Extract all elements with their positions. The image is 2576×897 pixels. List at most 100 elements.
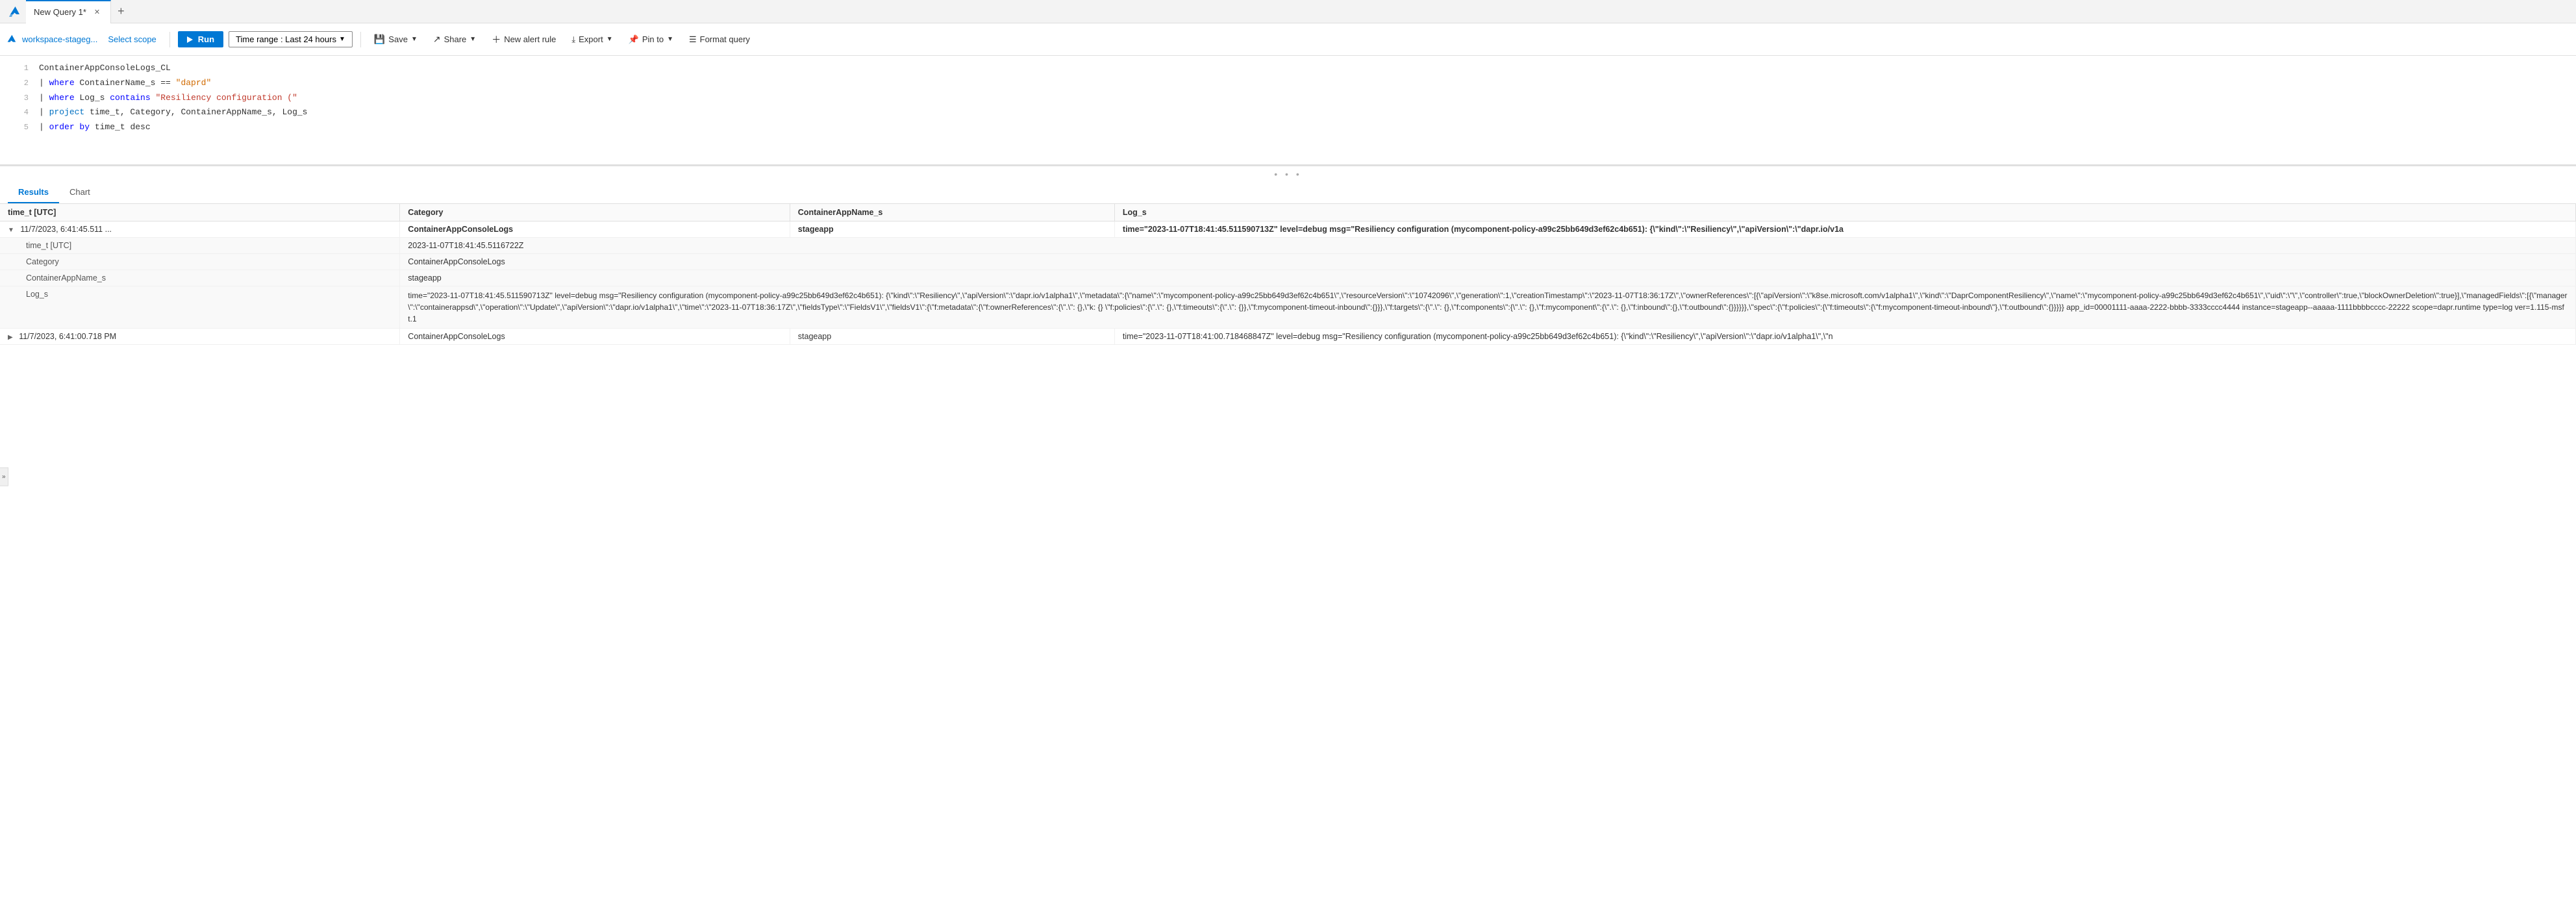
- editor-line-3: 3 | where Log_s contains "Resiliency con…: [13, 91, 2576, 106]
- line-content-4: | project time_t, Category, ContainerApp…: [39, 106, 307, 120]
- line-number-4: 4: [13, 107, 39, 119]
- sidebar-toggle-button[interactable]: »: [0, 467, 8, 486]
- table-row[interactable]: ▼ 11/7/2023, 6:41:45.511 ... ContainerAp…: [0, 221, 2576, 238]
- new-tab-button[interactable]: +: [111, 2, 131, 21]
- line-number-3: 3: [13, 92, 39, 105]
- toolbar-separator-1: [169, 32, 170, 47]
- result-table-wrapper[interactable]: time_t [UTC] Category ContainerAppName_s…: [0, 204, 2576, 897]
- tab-chart[interactable]: Chart: [59, 182, 101, 203]
- expand-detail-row: Category ContainerAppConsoleLogs: [0, 254, 2576, 270]
- results-area: Results Chart time_t [UTC] Category Cont…: [0, 182, 2576, 897]
- text-5a: time_t desc: [90, 122, 151, 132]
- expand-detail-row: time_t [UTC] 2023-11-07T18:41:45.5116722…: [0, 238, 2576, 254]
- save-button[interactable]: 💾 Save ▼: [369, 31, 423, 47]
- run-button[interactable]: Run: [178, 31, 223, 47]
- line-content-5: | order by time_t desc: [39, 121, 151, 134]
- field-value-category: ContainerAppConsoleLogs: [400, 254, 2576, 270]
- pin-icon: 📌: [629, 34, 639, 45]
- pin-to-label: Pin to: [642, 34, 664, 44]
- azure-small-icon: [5, 34, 17, 45]
- editor-area[interactable]: 1 ContainerAppConsoleLogs_CL 2 | where C…: [0, 56, 2576, 166]
- table-row[interactable]: ▶ 11/7/2023, 6:41:00.718 PM ContainerApp…: [0, 329, 2576, 345]
- time-range-label: Time range : Last 24 hours: [236, 34, 336, 44]
- editor-line-2: 2 | where ContainerName_s == "daprd": [13, 76, 2576, 91]
- time-t-value-1: 11/7/2023, 6:41:45.511 ...: [20, 225, 112, 234]
- format-query-icon: ☰: [689, 34, 697, 45]
- string-2: "daprd": [176, 78, 212, 88]
- pipe-2: |: [39, 78, 49, 88]
- tab-label: New Query 1*: [34, 7, 86, 17]
- new-alert-rule-icon: ＋: [492, 33, 501, 46]
- tab-bar: New Query 1* ✕ +: [0, 0, 2576, 23]
- cell-time-t-1: ▼ 11/7/2023, 6:41:45.511 ...: [0, 221, 400, 238]
- format-query-button[interactable]: ☰ Format query: [684, 32, 755, 47]
- expand-detail-row: ContainerAppName_s stageapp: [0, 270, 2576, 286]
- field-value-log-s: time="2023-11-07T18:41:45.511590713Z" le…: [400, 286, 2576, 329]
- tab-results[interactable]: Results: [8, 182, 59, 203]
- expand-toggle-1[interactable]: ▼: [8, 227, 14, 234]
- pin-to-button[interactable]: 📌 Pin to ▼: [623, 32, 679, 47]
- save-label: Save: [388, 34, 408, 44]
- line-content-2: | where ContainerName_s == "daprd": [39, 77, 211, 90]
- field-value-container-app: stageapp: [400, 270, 2576, 286]
- cell-log-s-2: time="2023-11-07T18:41:00.718468847Z" le…: [1114, 329, 2575, 345]
- field-label-log-s: Log_s: [0, 286, 400, 329]
- time-range-chevron-icon: ▼: [339, 36, 345, 43]
- new-alert-rule-button[interactable]: ＋ New alert rule: [486, 31, 561, 49]
- time-range-button[interactable]: Time range : Last 24 hours ▼: [229, 31, 353, 47]
- pipe-4: |: [39, 107, 49, 117]
- pipe-3: |: [39, 93, 49, 103]
- export-button[interactable]: ⤓ Export ▼: [566, 32, 618, 47]
- new-alert-rule-label: New alert rule: [504, 34, 556, 44]
- export-label: Export: [579, 34, 603, 44]
- select-scope-button[interactable]: Select scope: [103, 32, 161, 47]
- share-button[interactable]: ↗ Share ▼: [428, 31, 481, 47]
- share-icon: ↗: [433, 34, 441, 45]
- expand-toggle-2[interactable]: ▶: [8, 334, 13, 341]
- text-3a: Log_s: [75, 93, 110, 103]
- field-value-time-t: 2023-11-07T18:41:45.5116722Z: [400, 238, 2576, 254]
- text-2a: ContainerName_s ==: [75, 78, 176, 88]
- share-chevron-icon: ▼: [469, 36, 476, 43]
- export-icon: ⤓: [571, 34, 575, 45]
- field-label-container-app: ContainerAppName_s: [0, 270, 400, 286]
- expand-detail-row-log: Log_s time="2023-11-07T18:41:45.51159071…: [0, 286, 2576, 329]
- kw-project-4: project: [49, 107, 85, 117]
- result-table: time_t [UTC] Category ContainerAppName_s…: [0, 204, 2576, 345]
- line-content-3: | where Log_s contains "Resiliency confi…: [39, 92, 297, 105]
- line-number-1: 1: [13, 62, 39, 75]
- export-chevron-icon: ▼: [606, 36, 613, 43]
- kw-order-5: order by: [49, 122, 90, 132]
- run-icon: [187, 36, 193, 43]
- editor-line-5: 5 | order by time_t desc: [13, 120, 2576, 135]
- save-icon: 💾: [374, 34, 385, 45]
- tab-close-button[interactable]: ✕: [92, 6, 103, 18]
- run-label: Run: [198, 34, 214, 44]
- time-t-value-2: 11/7/2023, 6:41:00.718 PM: [19, 332, 116, 341]
- string-3: "Resiliency configuration (": [155, 93, 297, 103]
- kw-where-3: where: [49, 93, 75, 103]
- col-container-app: ContainerAppName_s: [790, 204, 1114, 221]
- query-tab[interactable]: New Query 1* ✕: [26, 0, 111, 23]
- azure-icon: [8, 5, 21, 18]
- editor-line-4: 4 | project time_t, Category, ContainerA…: [13, 105, 2576, 120]
- result-tabs: Results Chart: [0, 182, 2576, 204]
- text-4a: time_t, Category, ContainerAppName_s, Lo…: [84, 107, 307, 117]
- toolbar: workspace-stageg... Select scope Run Tim…: [0, 23, 2576, 56]
- pin-to-chevron-icon: ▼: [667, 36, 673, 43]
- line-content-1: ContainerAppConsoleLogs_CL: [39, 62, 171, 75]
- line-number-2: 2: [13, 77, 39, 90]
- field-label-time-t: time_t [UTC]: [0, 238, 400, 254]
- cell-log-s-1: time="2023-11-07T18:41:45.511590713Z" le…: [1114, 221, 2575, 238]
- workspace-label[interactable]: workspace-stageg...: [22, 34, 97, 44]
- line-number-5: 5: [13, 121, 39, 134]
- format-query-label: Format query: [700, 34, 750, 44]
- drag-handle[interactable]: • • •: [0, 166, 2576, 182]
- cell-category-2: ContainerAppConsoleLogs: [400, 329, 790, 345]
- kw-contains-3: contains: [110, 93, 150, 103]
- toolbar-separator-2: [360, 32, 361, 47]
- col-category: Category: [400, 204, 790, 221]
- cell-category-1: ContainerAppConsoleLogs: [400, 221, 790, 238]
- save-chevron-icon: ▼: [411, 36, 418, 43]
- cell-container-app-1: stageapp: [790, 221, 1114, 238]
